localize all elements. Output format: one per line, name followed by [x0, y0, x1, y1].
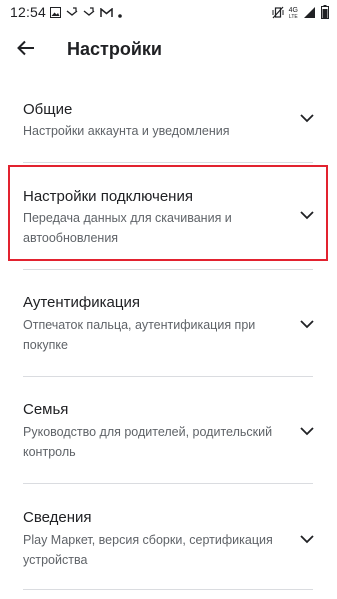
divider — [23, 269, 313, 270]
status-bar: 12:54 4G LTE — [0, 0, 337, 24]
divider — [23, 376, 313, 377]
chevron-down-icon[interactable] — [299, 423, 315, 439]
image-icon — [50, 6, 61, 21]
section-general[interactable]: Общие Настройки аккаунта и уведомления — [0, 90, 337, 148]
page-title: Настройки — [67, 39, 162, 59]
settings-screen: 12:54 4G LTE Настройки Общие Настройки а… — [0, 0, 337, 599]
network-type: 4G LTE — [288, 6, 298, 20]
section-subtitle: Настройки аккаунта и уведомления — [23, 124, 230, 138]
section-title: Сведения — [23, 509, 92, 526]
chevron-down-icon[interactable] — [299, 110, 315, 126]
arrow-back-icon — [17, 39, 35, 62]
status-left-icons — [50, 6, 122, 21]
gmail-icon — [100, 6, 113, 21]
section-authentication[interactable]: Аутентификация Отпечаток пальца, аутенти… — [0, 284, 337, 362]
status-right-icons: 4G LTE — [272, 5, 329, 22]
vibrate-mute-icon — [272, 6, 284, 22]
section-subtitle: Руководство для родителей, родительский … — [23, 425, 273, 459]
section-subtitle: Play Маркет, версия сборки, сертификация… — [23, 533, 273, 567]
app-bar: Настройки — [0, 26, 337, 72]
section-family[interactable]: Семья Руководство для родителей, родител… — [0, 392, 337, 470]
divider — [23, 483, 313, 484]
network-label-top: 4G — [288, 6, 298, 14]
signal-icon — [303, 6, 316, 22]
chevron-down-icon[interactable] — [299, 316, 315, 332]
phone-missed-icon-2 — [83, 6, 95, 21]
phone-missed-icon — [66, 6, 78, 21]
section-title: Аутентификация — [23, 294, 140, 311]
section-subtitle: Отпечаток пальца, аутентификация при пок… — [23, 318, 256, 352]
back-button[interactable] — [10, 34, 42, 66]
dot-icon — [118, 6, 122, 21]
section-connection[interactable]: Настройки подключения Передача данных дл… — [0, 178, 337, 256]
divider — [23, 589, 313, 590]
section-about[interactable]: Сведения Play Маркет, версия сборки, сер… — [0, 500, 337, 578]
chevron-down-icon[interactable] — [299, 531, 315, 547]
network-label-bottom: LTE — [288, 13, 298, 20]
chevron-down-icon[interactable] — [299, 207, 315, 223]
status-time: 12:54 — [10, 4, 47, 20]
section-subtitle: Передача данных для скачивания и автообн… — [23, 211, 232, 245]
section-title: Общие — [23, 101, 73, 118]
divider — [23, 162, 313, 163]
battery-icon — [321, 5, 329, 22]
section-title: Настройки подключения — [23, 188, 193, 205]
section-title: Семья — [23, 401, 69, 418]
